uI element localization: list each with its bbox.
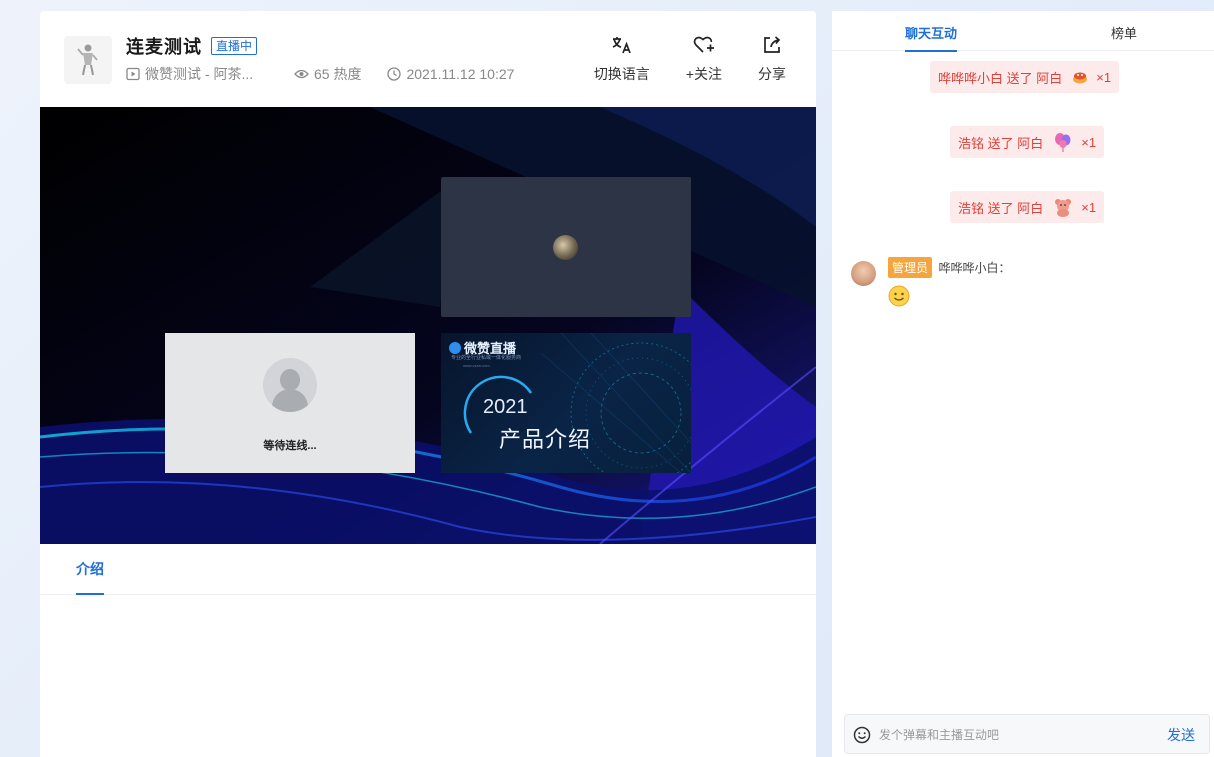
view-count-text: 65 热度 bbox=[314, 66, 362, 82]
tab-leaderboard[interactable]: 榜单 bbox=[1111, 23, 1137, 42]
share-icon bbox=[764, 36, 781, 53]
play-square-icon bbox=[126, 67, 140, 81]
emoji-picker-icon[interactable] bbox=[853, 726, 871, 749]
room-header: 连麦测试 直播中 微赞测试 - 阿茶... 65 热度 2021.11.12 1… bbox=[40, 11, 816, 107]
chat-panel: 聊天互动 榜单 哗哗哗小白 送了 阿白 ×1 浩铭 送了 阿白 ×1 浩铭 送了… bbox=[832, 11, 1214, 757]
message-username[interactable]: 哗哗哗小白： bbox=[938, 261, 1010, 275]
live-status-badge: 直播中 bbox=[211, 37, 258, 55]
start-time-text: 2021.11.12 10:27 bbox=[406, 66, 515, 82]
brand-logo-icon bbox=[449, 341, 461, 354]
gift-count: ×1 bbox=[1096, 69, 1112, 85]
switch-language-button[interactable]: 切换语言 bbox=[594, 33, 650, 84]
chat-input-bar: 发送 bbox=[844, 714, 1210, 754]
send-button[interactable]: 发送 bbox=[1167, 725, 1195, 745]
balloon-gift-icon bbox=[1053, 132, 1073, 152]
heart-plus-icon bbox=[693, 36, 714, 53]
follow-label: +关注 bbox=[685, 66, 722, 82]
gift-count: ×1 bbox=[1081, 134, 1097, 150]
room-name-text: 微赞测试 - 阿茶... bbox=[145, 66, 254, 82]
room-logo bbox=[64, 36, 112, 84]
eye-icon bbox=[294, 69, 309, 79]
video-background bbox=[40, 107, 816, 544]
gift-message: 哗哗哗小白 送了 阿白 ×1 bbox=[930, 61, 1120, 93]
live-room-card: 连麦测试 直播中 微赞测试 - 阿茶... 65 热度 2021.11.12 1… bbox=[40, 11, 816, 757]
ppt-year: 2021 bbox=[483, 396, 528, 418]
share-label: 分享 bbox=[758, 66, 786, 82]
guest-avatar bbox=[553, 235, 578, 260]
ppt-tagline: 专业的全行业私域一体化服务商 bbox=[451, 355, 522, 361]
default-avatar-icon bbox=[263, 358, 317, 412]
gift-count: ×1 bbox=[1081, 199, 1097, 215]
clock-icon bbox=[387, 67, 402, 81]
switch-language-label: 切换语言 bbox=[593, 66, 650, 82]
content-tabs: 介绍 bbox=[40, 544, 816, 595]
ppt-presentation-tile: 微赞直播 专业的全行业私域一体化服务商 www.vzan.com 2021 产品… bbox=[441, 333, 691, 473]
ppt-title: 产品介绍 bbox=[499, 427, 592, 452]
smile-emoji-icon bbox=[888, 285, 910, 312]
tab-intro[interactable]: 介绍 bbox=[76, 559, 104, 595]
view-count: 65 热度 bbox=[294, 64, 361, 84]
guest-video-tile[interactable] bbox=[441, 177, 691, 317]
user-avatar[interactable] bbox=[851, 261, 876, 286]
start-time: 2021.11.12 10:27 bbox=[387, 66, 514, 82]
ppt-url: www.vzan.com bbox=[463, 363, 490, 368]
chat-tabs: 聊天互动 榜单 bbox=[832, 11, 1214, 52]
teddy-bear-gift-icon bbox=[1053, 197, 1073, 217]
gift-message-text: 浩铭 送了 阿白 bbox=[958, 200, 1044, 216]
waiting-connection-tile: 等待连线... bbox=[165, 333, 415, 473]
gift-message: 浩铭 送了 阿白 ×1 bbox=[950, 191, 1105, 223]
tab-chat-interaction[interactable]: 聊天互动 bbox=[905, 23, 958, 52]
gift-message-text: 哗哗哗小白 送了 阿白 bbox=[938, 70, 1063, 86]
live-video-player[interactable]: 等待连线... 微赞直播 专业的全行业私域一体化服务商 www.vzan.com… bbox=[40, 107, 816, 544]
gift-message: 浩铭 送了 阿白 ×1 bbox=[950, 126, 1105, 158]
follow-button[interactable]: +关注 bbox=[686, 33, 722, 84]
translate-icon bbox=[612, 37, 631, 54]
gift-message-text: 浩铭 送了 阿白 bbox=[958, 135, 1044, 151]
admin-badge: 管理员 bbox=[888, 257, 933, 278]
room-name[interactable]: 微赞测试 - 阿茶... bbox=[126, 64, 276, 84]
share-button[interactable]: 分享 bbox=[758, 33, 786, 84]
cake-gift-icon bbox=[1072, 70, 1088, 84]
waiting-text: 等待连线... bbox=[263, 440, 317, 452]
room-title: 连麦测试 bbox=[126, 37, 202, 57]
chat-input[interactable] bbox=[879, 724, 1139, 746]
header-actions: 切换语言 +关注 分享 bbox=[558, 33, 786, 84]
